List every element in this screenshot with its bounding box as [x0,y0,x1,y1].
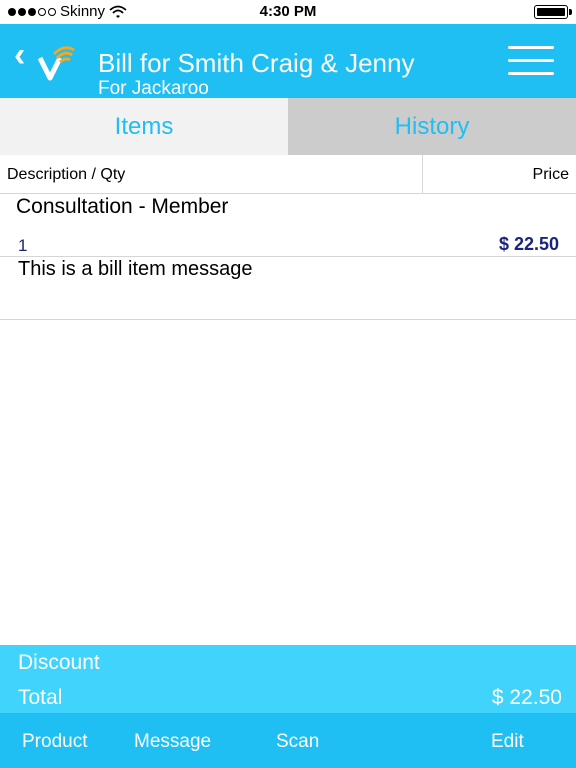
tab-items[interactable]: Items [0,98,288,155]
tab-history[interactable]: History [288,98,576,155]
logo-icon [37,46,75,81]
item-bottom-divider [0,319,576,320]
edit-button[interactable]: Edit [491,731,524,753]
message-button[interactable]: Message [134,731,211,753]
tab-bar: Items History [0,98,576,155]
list-item[interactable]: Consultation - Member 1 $ 22.50 This is … [0,194,576,320]
scan-button[interactable]: Scan [276,731,319,753]
app-header: ‹ Bill for Smith Craig & Jenny For Jacka… [0,24,576,99]
column-header-price: Price [532,166,569,183]
status-bar: Skinny 4:30 PM [0,0,576,24]
chevron-left-icon[interactable]: ‹ [14,38,25,72]
item-divider [0,256,576,257]
item-description: Consultation - Member [16,195,229,218]
item-price: $ 22.50 [498,234,559,254]
product-button[interactable]: Product [22,731,87,753]
battery-icon [534,5,572,19]
page-subtitle: For Jackaroo [98,78,209,99]
totals-panel: Discount Total $ 22.50 [0,645,576,713]
total-label: Total [18,686,63,709]
status-time: 4:30 PM [259,3,317,20]
column-header-description: Description / Qty [7,166,126,183]
page-title: Bill for Smith Craig & Jenny [98,48,415,78]
discount-label[interactable]: Discount [18,651,100,675]
column-divider [422,155,423,193]
hamburger-menu-icon[interactable] [508,46,554,76]
item-message: This is a bill item message [18,258,253,280]
total-value: $ 22.50 [491,686,562,709]
bottom-toolbar: Product Message Scan Edit [0,713,576,768]
table-header: Description / Qty Price [0,155,576,194]
item-quantity: 1 [18,236,28,255]
